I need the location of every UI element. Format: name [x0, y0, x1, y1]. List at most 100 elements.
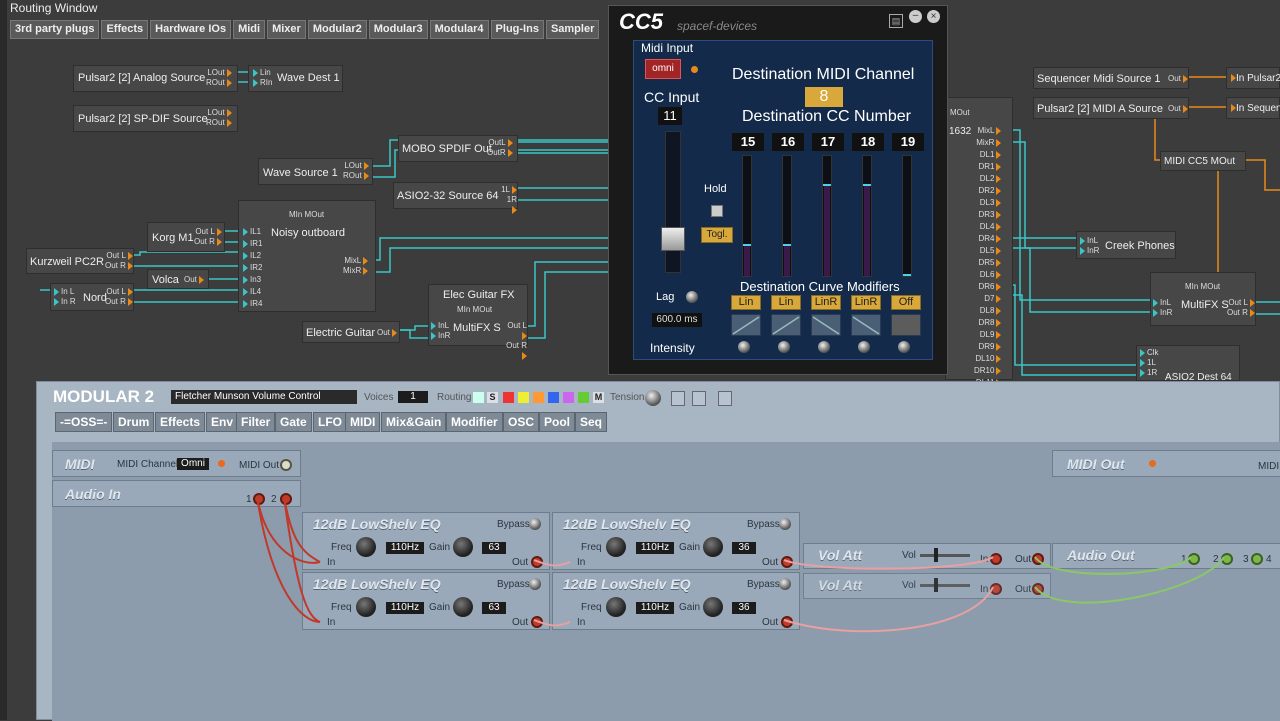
- lag-knob[interactable]: [686, 291, 698, 303]
- cc-input-value[interactable]: 11: [658, 107, 682, 125]
- pin-label: OutL: [488, 138, 506, 147]
- node-volca[interactable]: Volca Out: [147, 269, 209, 289]
- copy-icon[interactable]: [718, 391, 732, 406]
- mod-tab-pool[interactable]: Pool: [539, 412, 575, 432]
- mod-tab-effects[interactable]: Effects: [155, 412, 206, 432]
- hold-checkbox[interactable]: [711, 205, 723, 217]
- omni-button[interactable]: omni: [645, 59, 681, 79]
- mod-tab-env[interactable]: Env: [206, 412, 239, 432]
- cc-number-3[interactable]: 17: [812, 133, 844, 151]
- node-asio-dest[interactable]: Clk 1L 1R ASIO2 Dest 64: [1136, 345, 1240, 383]
- intensity-knob-2[interactable]: [778, 341, 790, 353]
- mod-tab-midi[interactable]: MIDI: [345, 412, 381, 432]
- node-multifx-right[interactable]: MIn MOut MultiFX S InL InR Out L Out R: [1150, 272, 1256, 326]
- curve-button-5[interactable]: Off: [891, 295, 921, 310]
- curve-button-3[interactable]: LinR: [811, 295, 841, 310]
- close-icon[interactable]: ×: [927, 10, 940, 23]
- pin-label: DL6: [979, 270, 995, 279]
- pin-label: MixL: [977, 126, 995, 135]
- pin-label: Out R: [194, 237, 215, 246]
- node-elec-guitar-fx[interactable]: Elec Guitar FX MIn MOut MultiFX S InL InR…: [428, 284, 528, 360]
- cc-input-slider[interactable]: [661, 131, 685, 273]
- node-in-pins: InL InR: [431, 321, 450, 341]
- node-pins: Out L Out R: [105, 251, 133, 271]
- minimize-icon[interactable]: –: [909, 10, 922, 23]
- dest-slider-1[interactable]: [742, 155, 752, 277]
- solo-button[interactable]: S: [487, 392, 498, 403]
- cc-number-1[interactable]: 15: [732, 133, 764, 151]
- node-korg-m1[interactable]: Korg M1 Out L Out R: [147, 222, 225, 252]
- mute-button[interactable]: M: [593, 392, 604, 403]
- node-pulsar-spdif-source[interactable]: Pulsar2 [2] SP-DIF Source LOut ROut: [73, 105, 238, 132]
- mod-tab-seq[interactable]: Seq: [575, 412, 608, 432]
- curve-button-1[interactable]: Lin: [731, 295, 761, 310]
- cc-input-slider-thumb[interactable]: [661, 227, 685, 251]
- mod-tab-drum[interactable]: Drum: [113, 412, 155, 432]
- preset-icon[interactable]: ▤: [889, 14, 903, 28]
- node-kurzweil[interactable]: Kurzweil PC2R Out L Out R: [26, 248, 134, 274]
- node-in-pins: InL InR: [1080, 236, 1099, 256]
- dest-slider-3[interactable]: [822, 155, 832, 277]
- node-mobo-spdif-out[interactable]: MOBO SPDIF Out OutL OutR: [398, 135, 518, 162]
- node-nord[interactable]: In L In R Nord Out L Out R: [50, 283, 134, 311]
- node-electric-guitar[interactable]: Electric Guitar Out: [302, 321, 400, 343]
- pin-label: MixR: [976, 138, 995, 147]
- save-icon[interactable]: [671, 391, 685, 406]
- curve-button-4[interactable]: LinR: [851, 295, 881, 310]
- load-icon[interactable]: [692, 391, 706, 406]
- routing-label: Routing: [437, 392, 472, 403]
- node-pulsar-midi-source[interactable]: Pulsar2 [2] MIDI A Source Out: [1033, 97, 1189, 119]
- modular2-patch-canvas[interactable]: MIDI MIDI Channel Omni MIDI Out Audio In…: [52, 442, 1280, 721]
- pin-label: Out: [1168, 104, 1181, 113]
- node-mixer-1632[interactable]: MOut 1632 MixL MixR DL1 DR1 DL2 DR2 DL3 DR3 DL4 D…: [945, 97, 1013, 387]
- dest-midi-channel-value[interactable]: 8: [805, 87, 843, 107]
- voices-value[interactable]: 1: [398, 391, 428, 403]
- mod-tab-modifier[interactable]: Modifier: [446, 412, 503, 432]
- node-pulsar-in[interactable]: In Pulsar2: [1226, 67, 1280, 89]
- dest-slider-4[interactable]: [862, 155, 872, 277]
- mod-tab-osc[interactable]: OSC: [503, 412, 540, 432]
- curve-preview-4: [851, 314, 881, 336]
- intensity-knob-5[interactable]: [898, 341, 910, 353]
- routing-color-green[interactable]: [578, 392, 589, 403]
- routing-color-blue[interactable]: [548, 392, 559, 403]
- curve-button-2[interactable]: Lin: [771, 295, 801, 310]
- node-asio-source[interactable]: ASIO2-32 Source 64 1L 1R: [393, 182, 518, 214]
- curve-preview-2: [771, 314, 801, 336]
- dest-slider-2[interactable]: [782, 155, 792, 277]
- node-creek-phones[interactable]: InL InR Creek Phones: [1076, 231, 1176, 259]
- node-sequencer-in[interactable]: In Sequen: [1226, 97, 1280, 119]
- routing-color-red[interactable]: [503, 392, 514, 403]
- toggle-button[interactable]: Togl.: [701, 227, 733, 243]
- mod-tab-mixgain[interactable]: Mix&Gain: [381, 412, 447, 432]
- routing-color-purple[interactable]: [563, 392, 574, 403]
- node-wave-source[interactable]: Wave Source 1 LOut ROut: [258, 158, 373, 185]
- dest-slider-5[interactable]: [902, 155, 912, 277]
- node-midi-cc5[interactable]: MIDI CC5 MOut: [1160, 151, 1246, 171]
- pin-label: Out: [377, 328, 390, 337]
- pin-label: OutR: [487, 148, 506, 157]
- intensity-knob-3[interactable]: [818, 341, 830, 353]
- node-pulsar-analog-source[interactable]: Pulsar2 [2] Analog Source LOut ROut: [73, 65, 238, 92]
- mod-tab-lfo[interactable]: LFO: [313, 412, 347, 432]
- intensity-knob-1[interactable]: [738, 341, 750, 353]
- routing-color-orange[interactable]: [533, 392, 544, 403]
- mod-tab-filter[interactable]: Filter: [236, 412, 276, 432]
- patch-name-field[interactable]: Fletcher Munson Volume Control: [171, 390, 357, 404]
- mod-tab-gate[interactable]: Gate: [275, 412, 312, 432]
- node-noisy-outboard[interactable]: MIn MOut Noisy outboard IL1 IR1 IL2 IR2 …: [238, 200, 376, 312]
- cc-number-5[interactable]: 19: [892, 133, 924, 151]
- routing-color-yellow[interactable]: [518, 392, 529, 403]
- routing-color-1[interactable]: [473, 392, 484, 403]
- cc-number-2[interactable]: 16: [772, 133, 804, 151]
- intensity-knob-4[interactable]: [858, 341, 870, 353]
- node-out-pins: Out L Out R: [1227, 298, 1255, 318]
- mod-tab-oss[interactable]: -=OSS=-: [55, 412, 113, 432]
- cc-number-4[interactable]: 18: [852, 133, 884, 151]
- pin-label: DR3: [978, 210, 995, 219]
- node-wave-dest[interactable]: Lin RIn Wave Dest 1: [248, 65, 343, 92]
- node-header: MIn MOut: [457, 305, 493, 314]
- node-sequencer-midi-source[interactable]: Sequencer Midi Source 1 Out: [1033, 67, 1189, 89]
- node-label: Creek Phones: [1105, 240, 1175, 252]
- tension-knob[interactable]: [645, 390, 661, 406]
